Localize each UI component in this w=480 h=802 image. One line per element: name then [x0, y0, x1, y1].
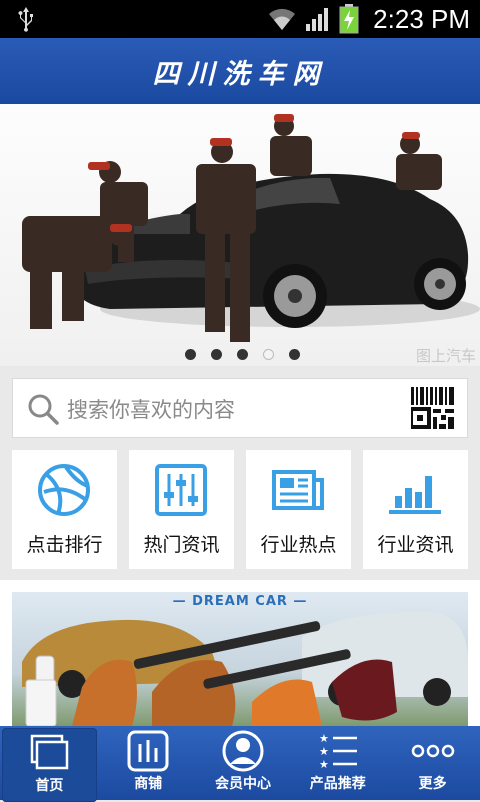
quick-links: 点击排行 热门资讯 行业热点 行业资讯 — [0, 450, 480, 580]
nav-label: 更多 — [418, 776, 447, 792]
svg-text:★: ★ — [319, 758, 329, 771]
svg-text:★: ★ — [319, 732, 329, 745]
bar-chart-icon — [389, 476, 441, 514]
banner-image[interactable] — [0, 104, 480, 366]
carousel-dot-active[interactable] — [263, 349, 274, 360]
quick-link-industry-hotspots[interactable]: 行业热点 — [246, 450, 351, 569]
status-time: 2:23 PM — [373, 3, 470, 34]
nav-label: 首页 — [35, 778, 64, 794]
bottom-nav: 首页 商铺 会员中心 ★ ★ ★ 产品推荐 更多 — [0, 726, 480, 802]
nav-label: 会员中心 — [214, 776, 271, 792]
carousel-dot[interactable] — [289, 349, 300, 360]
search-icon — [28, 394, 59, 425]
search-placeholder: 搜索你喜欢的内容 — [67, 398, 235, 422]
promo-section: — DREAM CAR — — [0, 580, 480, 726]
quick-link-label: 行业资讯 — [377, 534, 454, 556]
basketball-icon — [38, 464, 90, 516]
nav-label: 产品推荐 — [309, 776, 366, 792]
quick-link-label: 行业热点 — [260, 534, 337, 556]
page-title: 四川洗车网 — [152, 58, 328, 90]
battery-charging-icon — [339, 4, 359, 34]
status-bar: 2:23 PM — [0, 0, 480, 38]
nav-store[interactable]: 商铺 — [101, 726, 196, 800]
carousel-dot[interactable] — [211, 349, 222, 360]
banner-carousel[interactable]: 图上汽车 — [0, 104, 480, 366]
quick-link-label: 热门资讯 — [143, 534, 220, 556]
quick-link-click-ranking[interactable]: 点击排行 — [12, 450, 117, 569]
usb-icon — [18, 7, 33, 32]
nav-more[interactable]: 更多 — [385, 726, 480, 800]
wifi-icon — [269, 8, 296, 30]
search-input[interactable]: 搜索你喜欢的内容 — [12, 378, 468, 438]
banner-watermark: 图上汽车 — [415, 347, 476, 365]
home-windows-icon — [31, 734, 69, 770]
newspaper-icon — [272, 470, 324, 510]
nav-label: 商铺 — [134, 776, 163, 792]
search-section: 搜索你喜欢的内容 — [0, 366, 480, 450]
carousel-dot[interactable] — [185, 349, 196, 360]
quick-link-label: 点击排行 — [26, 534, 103, 556]
store-icon — [127, 730, 169, 772]
sliders-icon — [155, 464, 207, 516]
quick-link-hot-news[interactable]: 热门资讯 — [129, 450, 234, 569]
carousel-dot[interactable] — [237, 349, 248, 360]
nav-home[interactable]: 首页 — [2, 728, 97, 802]
qr-scan-icon[interactable] — [411, 387, 455, 431]
app-header: 四川洗车网 — [0, 38, 480, 104]
svg-text:★: ★ — [319, 745, 329, 758]
promo-image[interactable]: — DREAM CAR — — [12, 592, 468, 726]
nav-product-recommend[interactable]: ★ ★ ★ 产品推荐 — [290, 726, 385, 800]
car-wash-products-image — [22, 611, 468, 726]
more-dots-icon — [411, 744, 454, 758]
quick-link-industry-news[interactable]: 行业资讯 — [363, 450, 468, 569]
carousel-indicator — [185, 349, 300, 360]
signal-icon — [306, 8, 329, 31]
user-icon — [222, 730, 264, 772]
nav-member-center[interactable]: 会员中心 — [196, 726, 291, 800]
star-list-icon: ★ ★ ★ — [319, 732, 357, 771]
